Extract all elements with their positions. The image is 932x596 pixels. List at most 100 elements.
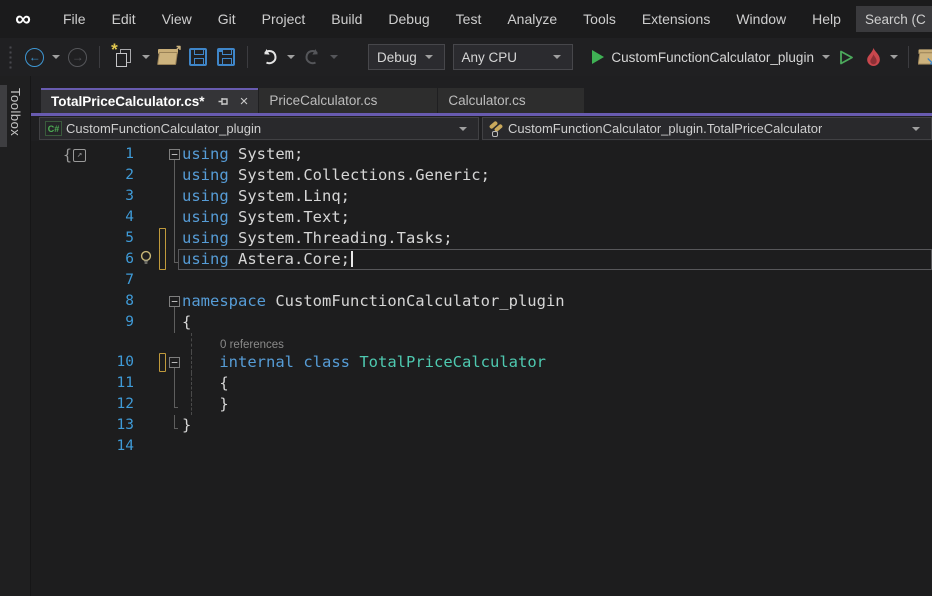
close-icon[interactable]: × [240,94,249,109]
menu-item-test[interactable]: Test [443,0,495,38]
back-dropdown-caret[interactable] [52,55,60,59]
line-number[interactable]: 13 [31,415,134,436]
toolbar-grip[interactable] [8,45,14,69]
toolbox-collapsed-tab[interactable]: Toolbox [8,88,23,136]
menu-item-window[interactable]: Window [723,0,799,38]
code-text[interactable] [182,270,932,291]
outline-margin [168,312,182,333]
redo-button[interactable] [300,44,325,70]
code-editor[interactable]: {↗ 1−using System;2using System.Collecti… [31,141,932,596]
hot-reload-dropdown-caret[interactable] [890,55,898,59]
menu-item-debug[interactable]: Debug [375,0,442,38]
code-text[interactable]: { [182,312,932,333]
line-number[interactable]: 5 [31,228,134,249]
line-number[interactable]: 7 [31,270,134,291]
code-text[interactable]: } [182,415,932,436]
outline-line [174,207,175,228]
start-without-debugging-icon [838,49,855,66]
menu-item-help[interactable]: Help [799,0,854,38]
code-text[interactable]: using System.Text; [182,207,932,228]
start-debugging-button[interactable]: CustomFunctionCalculator_plugin [581,44,817,70]
solution-platform-dropdown[interactable]: Any CPU [453,44,574,70]
tab-pricecalculator-cs[interactable]: PriceCalculator.cs [259,88,437,113]
navigate-forward-button[interactable]: → [65,44,90,70]
code-text[interactable]: using System.Collections.Generic; [182,165,932,186]
menu-item-git[interactable]: Git [205,0,249,38]
code-text[interactable]: using System.Linq; [182,186,932,207]
tab-totalpricecalculator-cs-[interactable]: TotalPriceCalculator.cs* × [41,88,258,113]
menu-item-edit[interactable]: Edit [99,0,149,38]
collapse-region-icon[interactable]: − [169,357,180,368]
line-number[interactable]: 6 [31,249,134,270]
code-text[interactable]: internal class TotalPriceCalculator [182,352,932,373]
new-file-button[interactable]: * [109,44,137,70]
new-file-dropdown-caret[interactable] [142,55,150,59]
solution-configuration-dropdown[interactable]: Debug [368,44,445,70]
outline-margin [168,207,182,228]
hot-reload-button[interactable] [862,44,885,70]
start-without-debugging-button[interactable] [835,44,858,70]
project-dropdown[interactable]: C# CustomFunctionCalculator_plugin [39,117,479,140]
menu-item-extensions[interactable]: Extensions [629,0,723,38]
code-text[interactable] [182,436,932,457]
menu-item-analyze[interactable]: Analyze [494,0,570,38]
type-dropdown[interactable]: CustomFunctionCalculator_plugin.TotalPri… [482,117,932,140]
code-text[interactable]: using Astera.Core; [178,249,932,270]
chevron-down-icon [912,127,920,131]
line-number[interactable]: 9 [31,312,134,333]
code-text[interactable]: using System.Threading.Tasks; [182,228,932,249]
codelens-references[interactable]: 0 references [182,339,284,351]
collapse-region-icon[interactable]: − [169,149,180,160]
line-number[interactable]: 2 [31,165,134,186]
line-number[interactable]: 10 [31,352,134,373]
open-file-button[interactable]: ↗ [155,44,182,70]
change-margin [158,270,168,291]
code-token: System.Collections.Generic; [229,166,490,184]
line-number[interactable]: 3 [31,186,134,207]
menu-item-file[interactable]: File [50,0,99,38]
collapse-region-icon[interactable]: − [169,296,180,307]
code-text[interactable]: namespace CustomFunctionCalculator_plugi… [182,291,932,312]
lightbulb-icon[interactable] [139,250,153,270]
change-margin [158,186,168,207]
outline-line [174,228,175,249]
menu-item-build[interactable]: Build [318,0,375,38]
tab-calculator-cs[interactable]: Calculator.cs [438,88,584,113]
menu-item-tools[interactable]: Tools [570,0,629,38]
outline-line [174,415,175,429]
undo-dropdown-caret[interactable] [287,55,295,59]
redo-icon [303,48,322,66]
save-button[interactable] [186,44,210,70]
pin-icon[interactable] [217,95,230,108]
code-line: 8 −namespace CustomFunctionCalculator_plu… [31,291,932,312]
menu-item-project[interactable]: Project [249,0,319,38]
outline-margin [168,394,182,415]
open-file-icon: ↗ [158,49,179,66]
code-text[interactable]: { [182,373,932,394]
code-token: System; [229,145,304,163]
code-token: using [182,145,229,163]
save-icon [189,48,207,66]
menu-item-view[interactable]: View [149,0,205,38]
tab-label: TotalPriceCalculator.cs* [51,94,205,109]
glyph-margin [134,333,158,352]
redo-dropdown-caret[interactable] [330,55,338,59]
line-number[interactable]: 12 [31,394,134,415]
code-token: { [182,374,229,392]
code-structure-icon[interactable]: {↗ [63,146,86,164]
line-number[interactable]: 11 [31,373,134,394]
code-text[interactable]: } [182,394,932,415]
line-number[interactable]: 14 [31,436,134,457]
line-number[interactable]: 4 [31,207,134,228]
code-text[interactable]: using System; [182,144,932,165]
undo-button[interactable] [257,44,282,70]
glyph-margin [134,144,158,165]
glyph-margin [134,207,158,228]
clipped-toolbar-button[interactable]: ↘ [918,49,932,66]
line-number[interactable]: 8 [31,291,134,312]
save-all-button[interactable] [214,44,238,70]
search-input[interactable]: Search (C [856,6,932,32]
start-dropdown-caret[interactable] [822,55,830,59]
code-token: { [182,313,191,331]
navigate-back-button[interactable]: ← [22,44,47,70]
